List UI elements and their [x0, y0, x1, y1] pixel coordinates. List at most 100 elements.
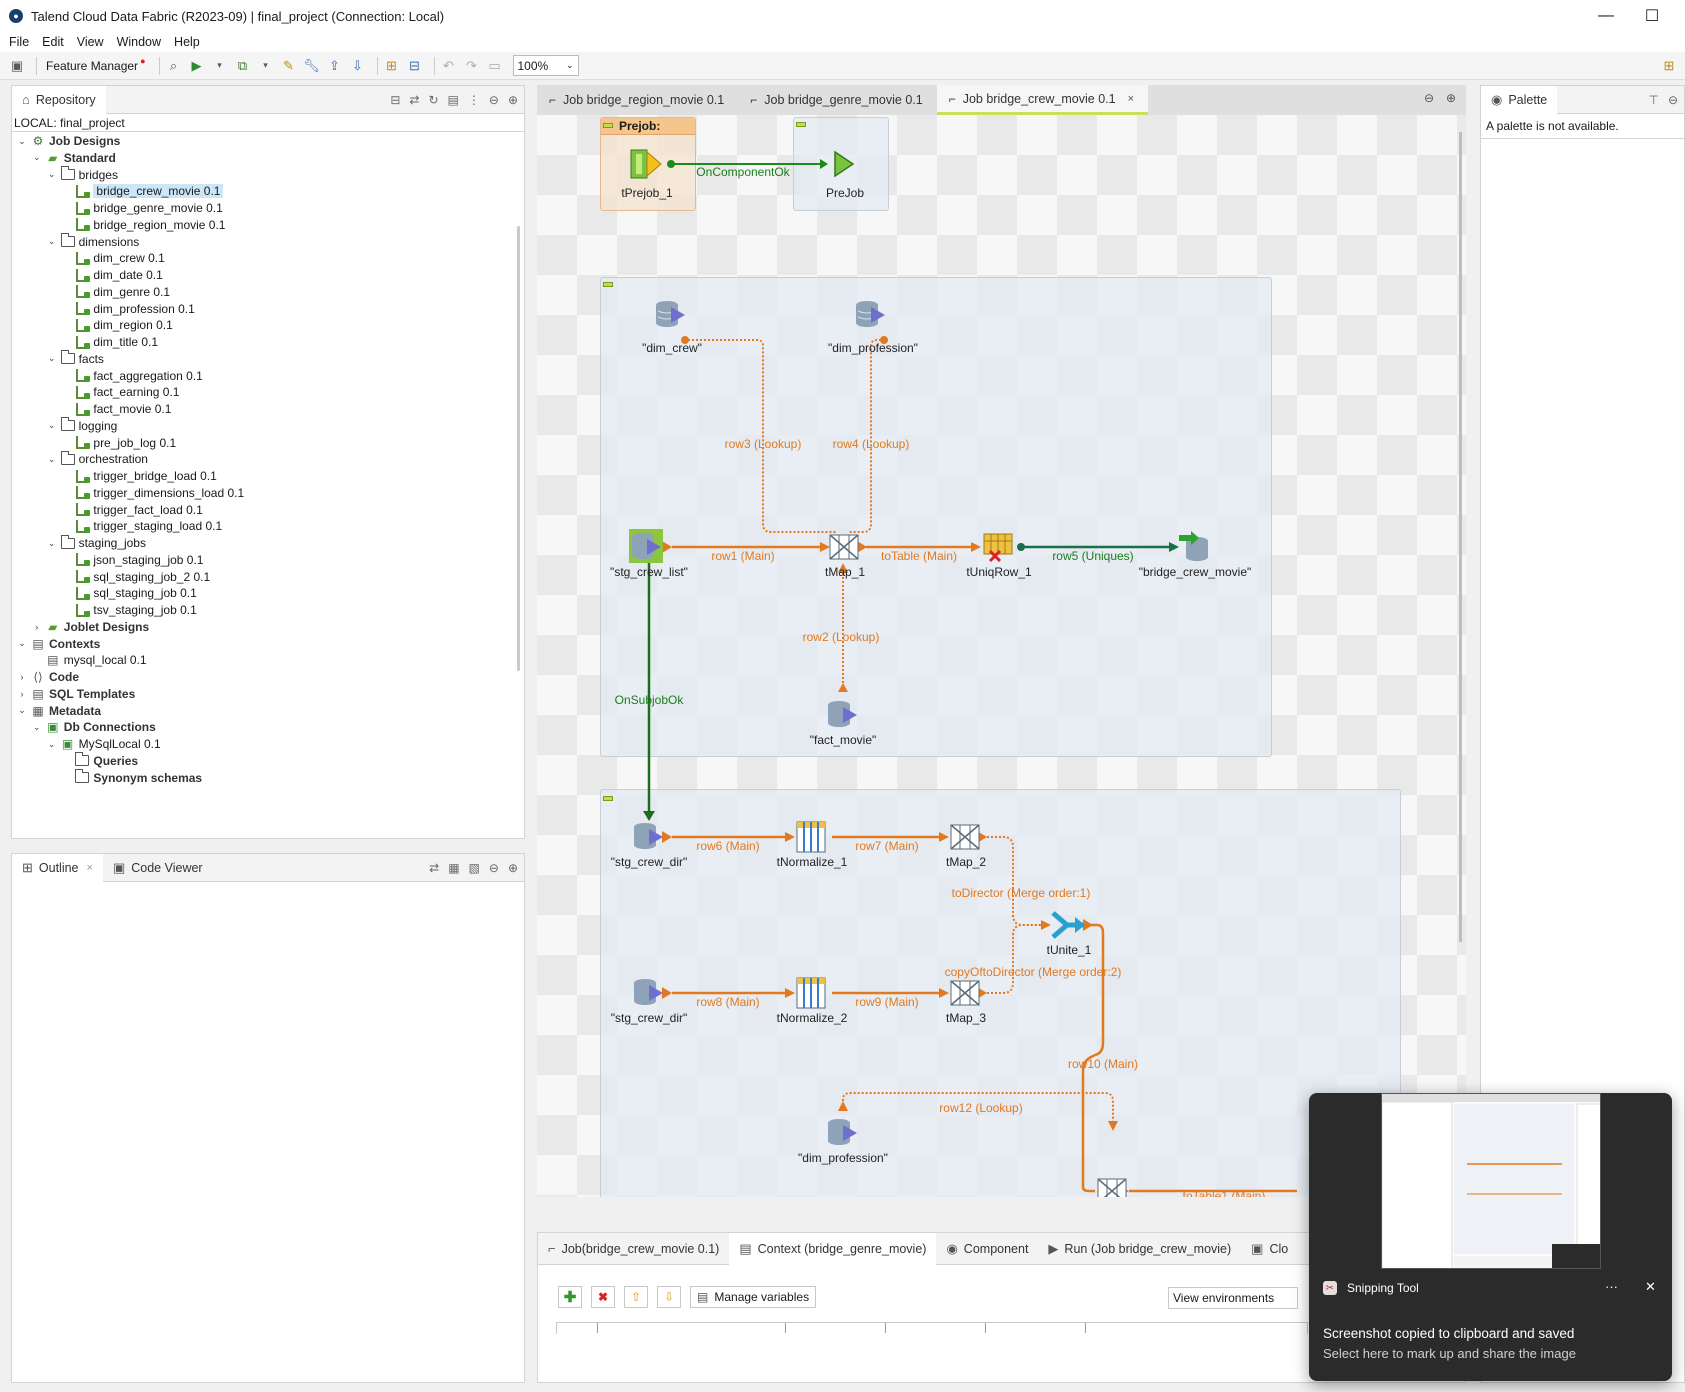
collapse-all-icon[interactable]: ⊟	[390, 93, 400, 107]
tree-item[interactable]: tsv_staging_job 0.1	[60, 601, 197, 619]
tab-code-viewer[interactable]: ▣ Code Viewer	[103, 854, 213, 882]
undo-icon[interactable]: ↶	[440, 57, 458, 75]
menu-view[interactable]: View	[77, 35, 104, 49]
manage-variables-button[interactable]: ▤ Manage variables	[690, 1286, 816, 1308]
minimize-editor-icon[interactable]: ⊖	[1424, 91, 1434, 105]
menu-file[interactable]: File	[9, 35, 29, 49]
canvas-scrollbar[interactable]	[1459, 132, 1462, 942]
tree-item[interactable]: bridge_crew_movie 0.1	[60, 182, 224, 200]
menu-help[interactable]: Help	[174, 35, 200, 49]
tree-item[interactable]: trigger_bridge_load 0.1	[60, 467, 217, 485]
view-menu-icon[interactable]: ⋮	[468, 93, 480, 107]
menu-edit[interactable]: Edit	[42, 35, 64, 49]
tree-item[interactable]: fact_aggregation 0.1	[60, 367, 203, 385]
page-icon[interactable]: ▭	[486, 57, 504, 75]
redo-icon[interactable]: ↷	[463, 57, 481, 75]
tree-item[interactable]: trigger_fact_load 0.1	[60, 501, 203, 519]
view-environments-button[interactable]: View environments	[1168, 1287, 1298, 1309]
graph-view-icon[interactable]: ▧	[469, 861, 480, 875]
tmap-1-icon[interactable]	[827, 529, 863, 565]
remove-variable-button[interactable]: ✖	[591, 1286, 615, 1308]
tree-item[interactable]: › ⟨⟩ Code	[16, 668, 80, 686]
wrench-icon[interactable]: 🔧︎	[303, 57, 321, 75]
run-icon[interactable]: ▶	[188, 57, 206, 75]
minimize-panel-icon[interactable]: ⊖	[1668, 93, 1678, 107]
minimize-button[interactable]: —	[1583, 0, 1629, 32]
row3-lookup-link[interactable]	[684, 339, 837, 533]
deploy-dropdown-icon[interactable]: ▾	[257, 57, 275, 75]
maximize-button[interactable]: ☐	[1629, 0, 1675, 32]
tnormalize-1-icon[interactable]	[794, 819, 830, 855]
dim-profession-db-icon[interactable]	[853, 297, 889, 333]
tnormalize-2-icon[interactable]	[794, 975, 830, 1011]
tmap-4-icon[interactable]	[1095, 1173, 1131, 1197]
import-icon[interactable]: ⇩	[349, 57, 367, 75]
menu-window[interactable]: Window	[117, 35, 161, 49]
tree-item[interactable]: ⌄ bridges	[46, 166, 118, 184]
perspective-icon[interactable]: ⊞	[1660, 57, 1678, 75]
tree-item[interactable]: ⌄ staging_jobs	[46, 534, 146, 552]
row4-lookup-link[interactable]	[849, 339, 885, 533]
deploy-icon[interactable]: ⧉	[234, 57, 252, 75]
run-dropdown-icon[interactable]: ▾	[211, 57, 229, 75]
zoom-select[interactable]: 100% ⌄	[512, 55, 579, 76]
close-icon[interactable]: ×	[1128, 93, 1134, 105]
collapsed-twisty-icon[interactable]: ›	[31, 622, 43, 632]
tree-item[interactable]: dim_title 0.1	[60, 333, 158, 351]
close-icon[interactable]: ✕	[1645, 1279, 1656, 1295]
tab-context[interactable]: ▤ Context (bridge_genre_movie)	[729, 1232, 937, 1265]
expanded-twisty-icon[interactable]: ⌄	[31, 152, 43, 163]
tree-item[interactable]: trigger_staging_load 0.1	[60, 517, 222, 535]
tree-item[interactable]: ▤ mysql_local 0.1	[31, 651, 146, 669]
minimize-panel-icon[interactable]: ⊖	[489, 861, 499, 875]
open-type-icon[interactable]: ⊞	[383, 57, 401, 75]
feature-manager-button[interactable]: Feature Manager	[46, 59, 138, 73]
minimize-panel-icon[interactable]: ⊖	[489, 93, 499, 107]
tree-item[interactable]: dim_profession 0.1	[60, 300, 195, 318]
maximize-panel-icon[interactable]: ⊕	[508, 93, 518, 107]
refresh-icon[interactable]: ↻	[428, 93, 438, 107]
tree-item[interactable]: ⌄ ▣ MySqlLocal 0.1	[46, 735, 161, 753]
tree-item[interactable]: trigger_dimensions_load 0.1	[60, 484, 244, 502]
tree-item[interactable]: ⌄ ▦ Metadata	[16, 702, 101, 720]
tree-item[interactable]: fact_earning 0.1	[60, 383, 179, 401]
expanded-twisty-icon[interactable]: ⌄	[46, 538, 58, 549]
snipping-tool-notification[interactable]: ✂ Snipping Tool ··· ✕ Screenshot copied …	[1309, 1093, 1672, 1381]
move-down-button[interactable]: ⇩	[657, 1286, 681, 1308]
tree-item[interactable]: dim_crew 0.1	[60, 249, 165, 267]
tuniqrow-1-icon[interactable]	[981, 529, 1017, 565]
tree-item[interactable]: ⌄ ▤ Contexts	[16, 635, 100, 653]
stg-crew-list-db-icon[interactable]	[629, 529, 665, 565]
tree-view-icon[interactable]: ▦	[448, 861, 459, 875]
expanded-twisty-icon[interactable]: ⌄	[16, 136, 28, 147]
dim-profession-2-db-icon[interactable]	[825, 1115, 861, 1151]
expanded-twisty-icon[interactable]: ⌄	[46, 236, 58, 247]
fact-movie-db-icon[interactable]	[825, 697, 861, 733]
repository-scrollbar[interactable]	[517, 226, 520, 671]
edit-icon[interactable]: ✎	[280, 57, 298, 75]
tab-job-bridge-crew-movie[interactable]: ⌐ Job bridge_crew_movie 0.1 ×	[936, 85, 1149, 115]
tree-item[interactable]: ⌄ logging	[46, 417, 117, 435]
expanded-twisty-icon[interactable]: ⌄	[46, 454, 58, 465]
tree-item[interactable]: Queries	[60, 752, 138, 770]
expanded-twisty-icon[interactable]: ⌄	[46, 739, 58, 750]
link-editor-icon[interactable]: ⇄	[409, 93, 419, 107]
dim-crew-db-icon[interactable]	[653, 297, 689, 333]
tab-run[interactable]: ▶ Run (Job bridge_crew_movie)	[1038, 1233, 1241, 1265]
search-icon[interactable]: ⌕	[165, 57, 183, 75]
tree-item[interactable]: Synonym schemas	[60, 769, 202, 787]
tree-item[interactable]: › ▤ SQL Templates	[16, 685, 136, 703]
expanded-twisty-icon[interactable]: ⌄	[46, 420, 58, 431]
tree-item[interactable]: pre_job_log 0.1	[60, 434, 176, 452]
maximize-panel-icon[interactable]: ⊕	[508, 861, 518, 875]
tab-component[interactable]: ◉ Component	[936, 1233, 1038, 1265]
tunite-1-icon[interactable]	[1051, 907, 1087, 943]
tab-job-bridge-genre-movie[interactable]: ⌐ Job bridge_genre_movie 0.1	[738, 85, 936, 115]
expanded-twisty-icon[interactable]: ⌄	[31, 722, 43, 733]
to-director-link[interactable]	[987, 836, 1047, 926]
screenshot-thumbnail[interactable]	[1381, 1093, 1601, 1269]
tree-item[interactable]: fact_movie 0.1	[60, 400, 171, 418]
tprejob-component-icon[interactable]	[629, 146, 665, 182]
filter-icon[interactable]: ⊤	[1648, 93, 1658, 107]
collapsed-twisty-icon[interactable]: ›	[16, 672, 28, 682]
